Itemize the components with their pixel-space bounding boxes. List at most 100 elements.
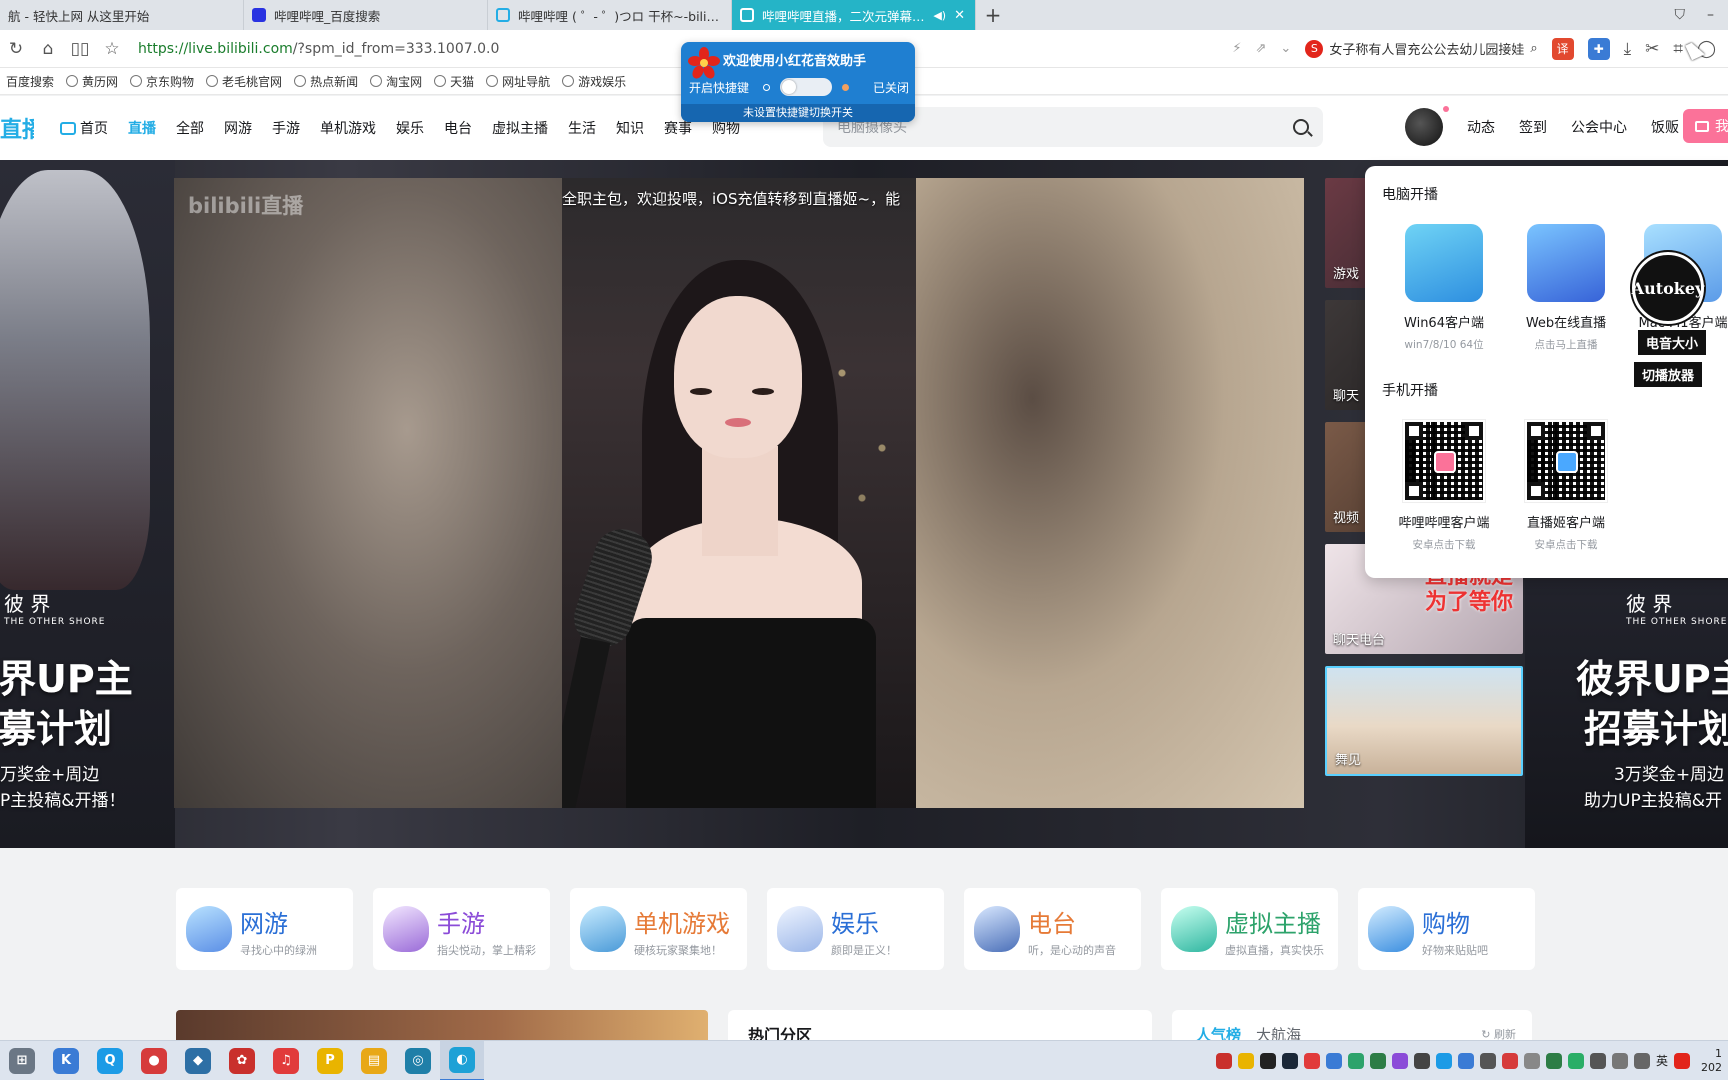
nav-knowledge[interactable]: 知识 [606,118,654,138]
live-player[interactable]: bilibili直播 全职主包，欢迎投喂，iOS充值转移到直播姬~，能 [174,178,1304,808]
win64-client-item[interactable]: Win64客户端 win7/8/10 64位 [1389,224,1499,352]
tray-purple-icon[interactable] [1391,1052,1408,1069]
volume-button[interactable]: 电音大小 [1636,328,1709,357]
tray-icon[interactable] [1479,1052,1496,1069]
taskbar-flower-app[interactable]: ✿ [220,1041,264,1080]
site-logo[interactable]: 直播 [0,112,34,144]
taskbar-k-app[interactable]: K [44,1041,88,1080]
shirt-icon[interactable]: ⛉ [1675,7,1686,23]
nav-radio[interactable]: 电台 [434,118,482,138]
avatar[interactable] [1405,106,1449,146]
nav-single-games[interactable]: 单机游戏 [310,118,386,138]
category-radio[interactable]: 电台 听，是心动的声音 [964,888,1141,970]
search-engine-box[interactable]: S 女子称有人冒充公公去幼儿园接娃 ⌕ [1305,39,1538,58]
category-entertainment[interactable]: 娱乐 颜即是正义！ [767,888,944,970]
taskbar-folder-app[interactable]: ▤ [352,1041,396,1080]
star-icon[interactable]: ☆ [96,33,128,65]
web-live-item[interactable]: Web在线直播 点击马上直播 [1511,224,1621,352]
tray-cloud-icon[interactable] [1435,1052,1452,1069]
tray-sogou-icon[interactable] [1674,1052,1690,1069]
tray-volume-icon[interactable] [1611,1052,1628,1069]
tray-k-icon[interactable] [1457,1052,1474,1069]
taskbar-task-view[interactable]: ⊞ [0,1041,44,1080]
tray-keyboard-icon[interactable] [1633,1052,1650,1069]
bookmark-news[interactable]: 热点新闻 [294,73,358,90]
tray-nvidia-icon[interactable] [1369,1052,1386,1069]
nav-home[interactable]: 首页 [46,118,118,138]
tray-red-icon[interactable] [1501,1052,1518,1069]
browser-tab-bilibili-live[interactable]: 哔哩哔哩直播，二次元弹幕直播 ◀) ✕ [732,0,976,30]
tray-network-icon[interactable] [1589,1052,1606,1069]
tray-gpu-icon[interactable] [1545,1052,1562,1069]
search-icon[interactable]: ⌕ [1530,41,1537,56]
download-icon[interactable]: ⤓ [1624,39,1632,59]
scissors-icon[interactable]: ✂ [1645,39,1659,59]
bookmark-huangli[interactable]: 黄历网 [66,73,118,90]
bilibili-app-item[interactable]: 哔哩哔哩客户端 安卓点击下载 [1389,419,1499,552]
ime-indicator[interactable]: 英 [1656,1052,1668,1069]
category-single-games[interactable]: 单机游戏 硬核玩家聚集地！ [570,888,747,970]
tray-browser-icon[interactable] [1325,1052,1342,1069]
nav-all[interactable]: 全部 [166,118,214,138]
category-mobile-games[interactable]: 手游 指尖悦动，掌上精彩 [373,888,550,970]
taskbar-browser-app[interactable]: ◐ [440,1040,484,1080]
minimize-icon[interactable]: – [1707,7,1714,23]
taskbar-ide-app[interactable]: ◆ [176,1041,220,1080]
link-checkin[interactable]: 签到 [1519,117,1547,137]
taskbar-search-app[interactable]: Q [88,1041,132,1080]
browser-tab-bilibili[interactable]: 哔哩哔哩 ( ゜- ゜)つロ 干杯~-bilibili [488,0,732,30]
bookmark-laomaotao[interactable]: 老毛桃官网 [206,73,282,90]
taskbar-music-app[interactable]: ♫ [264,1041,308,1080]
new-tab-button[interactable]: + [976,0,1010,30]
nav-mobile-games[interactable]: 手游 [262,118,310,138]
tray-mic-icon[interactable] [1523,1052,1540,1069]
nav-entertainment[interactable]: 娱乐 [386,118,434,138]
url-input[interactable]: https://live.bilibili.com/?spm_id_from=3… [138,41,738,57]
system-clock[interactable]: 1 202 [1696,1047,1722,1075]
bookmark-taobao[interactable]: 淘宝网 [370,73,422,90]
tray-steam-icon[interactable] [1281,1052,1298,1069]
browser-tab-baidu[interactable]: 哔哩哔哩_百度搜索 [244,0,488,30]
nav-life[interactable]: 生活 [558,118,606,138]
reader-icon[interactable]: ▯▯ [64,33,96,65]
refresh-icon[interactable]: ↻ [0,33,32,65]
taskbar-monitor-app[interactable]: ◎ [396,1041,440,1080]
crop-icon[interactable]: ⌗ [1673,39,1683,59]
category-online-games[interactable]: 网游 寻找心中的绿洲 [176,888,353,970]
chevron-down-icon[interactable]: ⌄ [1280,41,1291,56]
autokey-badge[interactable]: Autokey [1632,252,1704,324]
live-studio-app-item[interactable]: 直播姬客户端 安卓点击下载 [1511,419,1621,552]
shortcut-toggle[interactable] [780,78,833,96]
category-shopping[interactable]: 购物 好物来贴贴吧 [1358,888,1535,970]
link-dynamics[interactable]: 动态 [1467,117,1495,137]
nav-vtuber[interactable]: 虚拟主播 [482,118,558,138]
share-icon[interactable]: ⇗ [1256,41,1267,56]
tray-p-icon[interactable] [1237,1052,1254,1069]
tray-wechat-icon[interactable] [1567,1052,1584,1069]
taskbar-p-app[interactable]: P [308,1041,352,1080]
translate-icon[interactable]: 译 [1551,37,1574,60]
nav-online-games[interactable]: 网游 [214,118,262,138]
live-video-frame[interactable] [562,178,916,808]
link-fanfan[interactable]: 饭贩 [1651,117,1679,137]
tray-music-icon[interactable] [1303,1052,1320,1069]
link-guild-center[interactable]: 公会中心 [1571,117,1627,137]
switch-player-button[interactable]: 切播放器 [1632,360,1705,389]
nav-live[interactable]: 直播 [118,118,166,138]
room-thumb-dance[interactable]: 舞见 [1325,666,1523,776]
lightning-icon[interactable]: ⚡ [1232,41,1241,56]
bookmark-navigation[interactable]: 网址导航 [486,73,550,90]
category-vtuber[interactable]: 虚拟主播 虚拟直播，真实快乐 [1161,888,1338,970]
bookmark-jd[interactable]: 京东购物 [130,73,194,90]
close-icon[interactable]: ✕ [954,8,965,23]
speaker-icon[interactable]: ◀) [933,9,946,22]
tray-flower-icon[interactable] [1215,1052,1232,1069]
go-live-button[interactable]: 我 [1683,109,1728,143]
tray-icon[interactable] [1413,1052,1430,1069]
search-icon[interactable] [1293,119,1309,135]
bookmark-tmall[interactable]: 天猫 [434,73,474,90]
taskbar-bird-app[interactable]: ● [132,1041,176,1080]
bookmark-baidu[interactable]: 百度搜索 [6,73,54,90]
browser-tab-nav[interactable]: 航 - 轻快上网 从这里开始 [0,0,244,30]
tray-green-icon[interactable] [1347,1052,1364,1069]
